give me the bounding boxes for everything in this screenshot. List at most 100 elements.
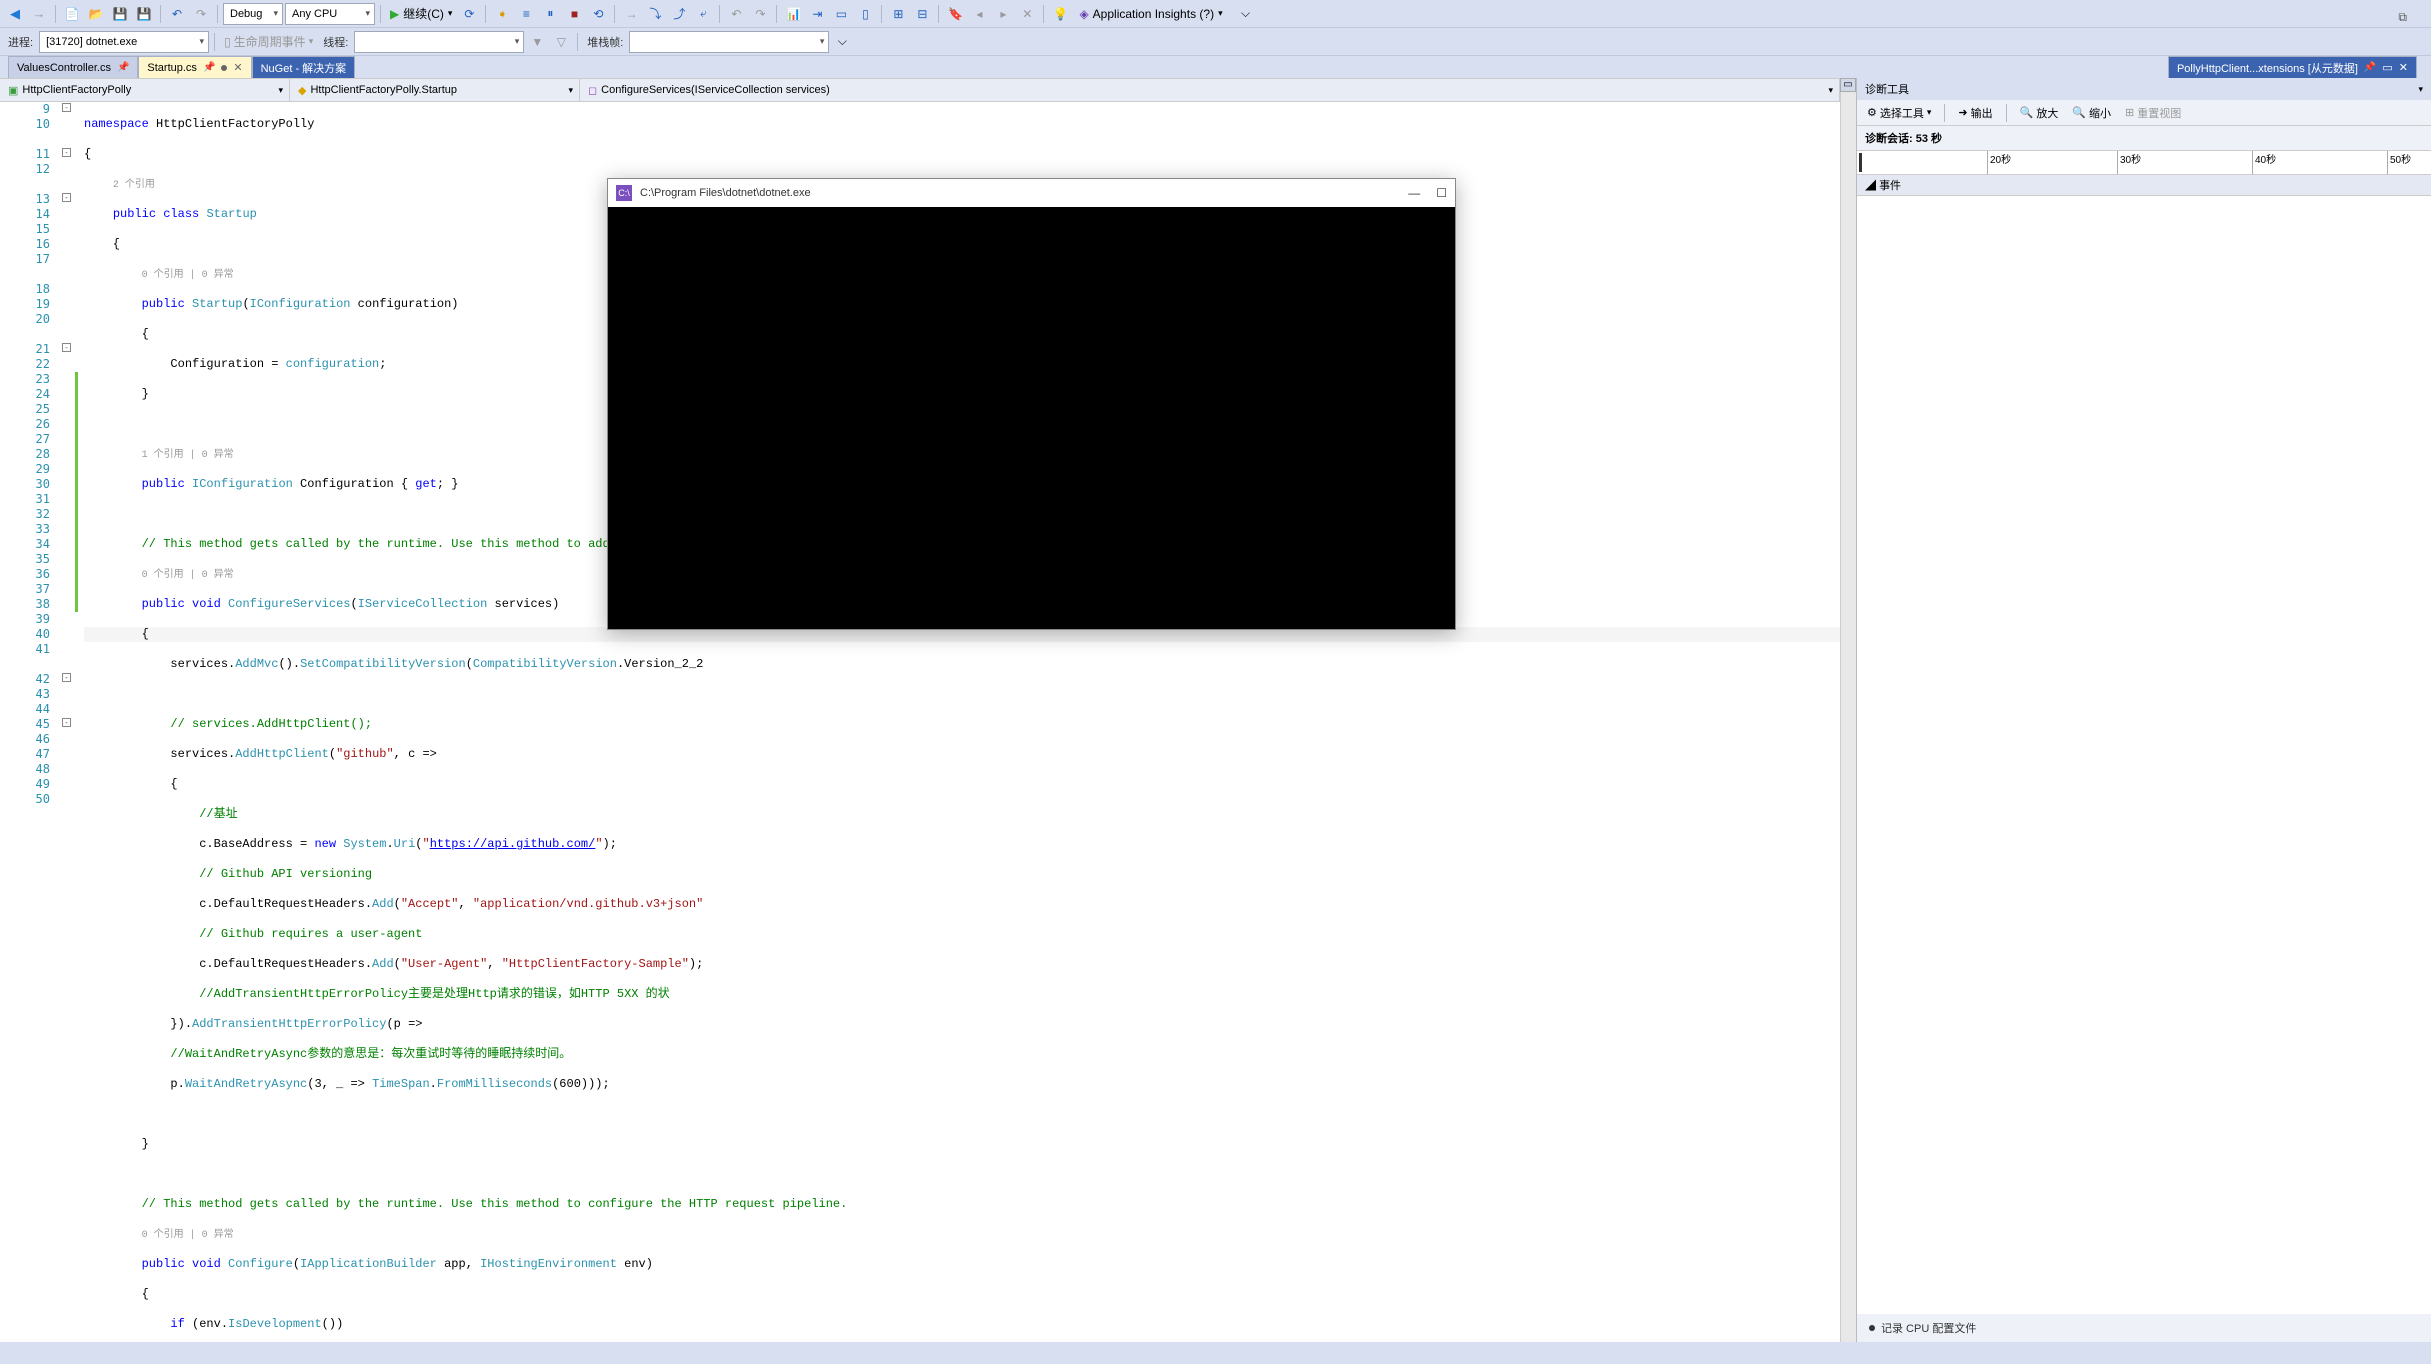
refresh-button[interactable]: ⟲ [587, 3, 609, 25]
debug-toolbar: 进程: [31720] dotnet.exe ▯生命周期事件▾ 线程: ▼ ▽ … [0, 28, 2431, 56]
url-link[interactable]: https://api.github.com/ [430, 837, 596, 851]
output-button[interactable]: ➜输出 [1954, 103, 1996, 123]
comment-icon: ⊞ [893, 7, 903, 21]
filter2-button[interactable]: ▽ [550, 31, 572, 53]
step-out-icon: ⤴ [673, 5, 685, 22]
maximize-button[interactable]: ☐ [1436, 186, 1447, 200]
nav-method-combo[interactable]: ◻ ConfigureServices(IServiceCollection s… [580, 79, 1840, 101]
tab-valuescontroller[interactable]: ValuesController.cs 📌 [8, 56, 138, 78]
save-all-button[interactable]: 💾 [133, 3, 155, 25]
indent-button[interactable]: ⇥ [806, 3, 828, 25]
new-item-button[interactable]: 📄 [61, 3, 83, 25]
editor-scrollbar[interactable]: ▭ [1840, 78, 1856, 1342]
minimize-button[interactable]: — [1408, 186, 1420, 200]
fold-toggle[interactable]: - [62, 673, 71, 682]
diag-timeline[interactable]: 20秒 30秒 40秒 50秒 [1857, 151, 2431, 175]
toolbar-sep [1944, 104, 1945, 122]
continue-button[interactable]: ▶继续(C)▾ [386, 3, 456, 25]
nav-fwd-button[interactable]: → [28, 3, 50, 25]
bm-prev-button[interactable]: ◂ [968, 3, 990, 25]
pin-icon[interactable]: 📌 [203, 62, 215, 73]
overflow2-button[interactable]: ⌵ [831, 31, 853, 53]
nav-project-combo[interactable]: ▣ HttpClientFactoryPolly [0, 79, 290, 101]
show-next-statement-button[interactable]: ≡ [515, 3, 537, 25]
console-titlebar[interactable]: C:\ C:\Program Files\dotnet\dotnet.exe —… [608, 179, 1455, 207]
dbg-tool-2[interactable]: ↷ [749, 3, 771, 25]
nav-class-combo[interactable]: ◆ HttpClientFactoryPolly.Startup [290, 79, 580, 101]
step-out-button[interactable]: ⤴ [668, 3, 690, 25]
tab-close-button[interactable]: ✕ [233, 61, 242, 74]
layout-icon: ▯ [862, 7, 869, 21]
tab-nuget[interactable]: NuGet - 解决方案 [252, 56, 356, 78]
undo-button[interactable]: ↶ [166, 3, 188, 25]
save-button[interactable]: 💾 [109, 3, 131, 25]
dbg-tool-1[interactable]: ↶ [725, 3, 747, 25]
codelens-refs[interactable]: 0 个引用 | 0 异常 [142, 1230, 234, 1241]
cpu-profile-label: 记录 CPU 配置文件 [1881, 1320, 1976, 1336]
pin-icon[interactable]: 📌 [2364, 62, 2376, 73]
bm-next-button[interactable]: ▸ [992, 3, 1014, 25]
codelens-refs[interactable]: 2 个引用 [113, 180, 155, 191]
step-over-button[interactable]: ⤵ [644, 3, 666, 25]
lifecycle-button[interactable]: ▯生命周期事件▾ [220, 31, 317, 53]
save-all-icon: 💾 [137, 7, 152, 21]
tool-icon: ↶ [731, 7, 741, 21]
console-window[interactable]: C:\ C:\Program Files\dotnet\dotnet.exe —… [607, 178, 1456, 630]
filter-button[interactable]: ▼ [526, 31, 548, 53]
toolbar-sep [217, 5, 218, 23]
step-into-button[interactable]: → [620, 3, 642, 25]
platform-combo[interactable]: Any CPU [285, 3, 375, 25]
redo-button[interactable]: ↷ [190, 3, 212, 25]
zoom-out-button[interactable]: 🔍缩小 [2068, 103, 2115, 123]
uncomment-button[interactable]: ⊟ [911, 3, 933, 25]
pause-button[interactable]: ⏸ [539, 3, 561, 25]
save-icon: 💾 [113, 7, 128, 21]
codelens-refs[interactable]: 1 个引用 | 0 异常 [142, 450, 234, 461]
step-back-button[interactable]: ⤶ [692, 3, 714, 25]
fold-toggle[interactable]: - [62, 148, 71, 157]
bookmark-button[interactable]: 🔖 [944, 3, 966, 25]
layout-1-button[interactable]: ▭ [830, 3, 852, 25]
tab-close-button[interactable]: ✕ [2399, 61, 2408, 74]
process-combo[interactable]: [31720] dotnet.exe [39, 31, 209, 53]
codelens-refs[interactable]: 0 个引用 | 0 异常 [142, 570, 234, 581]
cpu-profile-row[interactable]: 记录 CPU 配置文件 [1869, 1320, 2419, 1336]
thread-combo[interactable] [354, 31, 524, 53]
fold-toggle[interactable]: - [62, 343, 71, 352]
fold-toggle[interactable]: - [62, 103, 71, 112]
comment-button[interactable]: ⊞ [887, 3, 909, 25]
config-combo[interactable]: Debug [223, 3, 283, 25]
step-back-icon: ⤶ [700, 6, 707, 21]
tab-label: ValuesController.cs [17, 62, 111, 74]
nav-method-label: ConfigureServices(IServiceCollection ser… [601, 84, 830, 96]
restart-button[interactable]: ⟳ [458, 3, 480, 25]
tab-pollyhttpclient[interactable]: PollyHttpClient...xtensions [从元数据] 📌 ▭ ✕ [2168, 56, 2417, 78]
reset-view-button[interactable]: ⊞重置视图 [2121, 103, 2185, 123]
pin-icon[interactable]: 📌 [117, 62, 129, 73]
ai-button[interactable]: 💡 [1049, 3, 1071, 25]
fold-toggle[interactable]: - [62, 718, 71, 727]
chevron-down-icon[interactable]: ▾ [2418, 84, 2423, 95]
open-file-button[interactable]: 📂 [85, 3, 107, 25]
stop-button[interactable]: ■ [563, 3, 585, 25]
step-marker-button[interactable]: ➧ [491, 3, 513, 25]
appinsights-label: Application Insights (?) [1093, 7, 1214, 21]
nav-back-button[interactable]: ◀ [4, 3, 26, 25]
window-restore-button[interactable]: ⧉ [2398, 10, 2407, 25]
events-header[interactable]: ◢ 事件 [1857, 175, 2431, 196]
toolbar-sep [577, 33, 578, 51]
fold-toggle[interactable]: - [62, 193, 71, 202]
undo-icon: ↶ [172, 7, 182, 21]
stackframe-combo[interactable] [629, 31, 829, 53]
zoom-in-button[interactable]: 🔍放大 [2016, 103, 2063, 123]
layout-2-button[interactable]: ▯ [854, 3, 876, 25]
chart-button[interactable]: 📊 [782, 3, 804, 25]
toolbar-sep [1043, 5, 1044, 23]
select-tools-button[interactable]: ⚙选择工具▾ [1863, 103, 1935, 123]
split-handle[interactable]: ▭ [1840, 78, 1856, 92]
tab-startup[interactable]: Startup.cs 📌 ✕ [138, 56, 251, 78]
bm-clear-button[interactable]: ✕ [1016, 3, 1038, 25]
overflow-button[interactable]: ⌵ [1235, 3, 1257, 25]
appinsights-button[interactable]: ◈Application Insights (?)▾ [1073, 3, 1228, 25]
codelens-refs[interactable]: 0 个引用 | 0 异常 [142, 270, 234, 281]
